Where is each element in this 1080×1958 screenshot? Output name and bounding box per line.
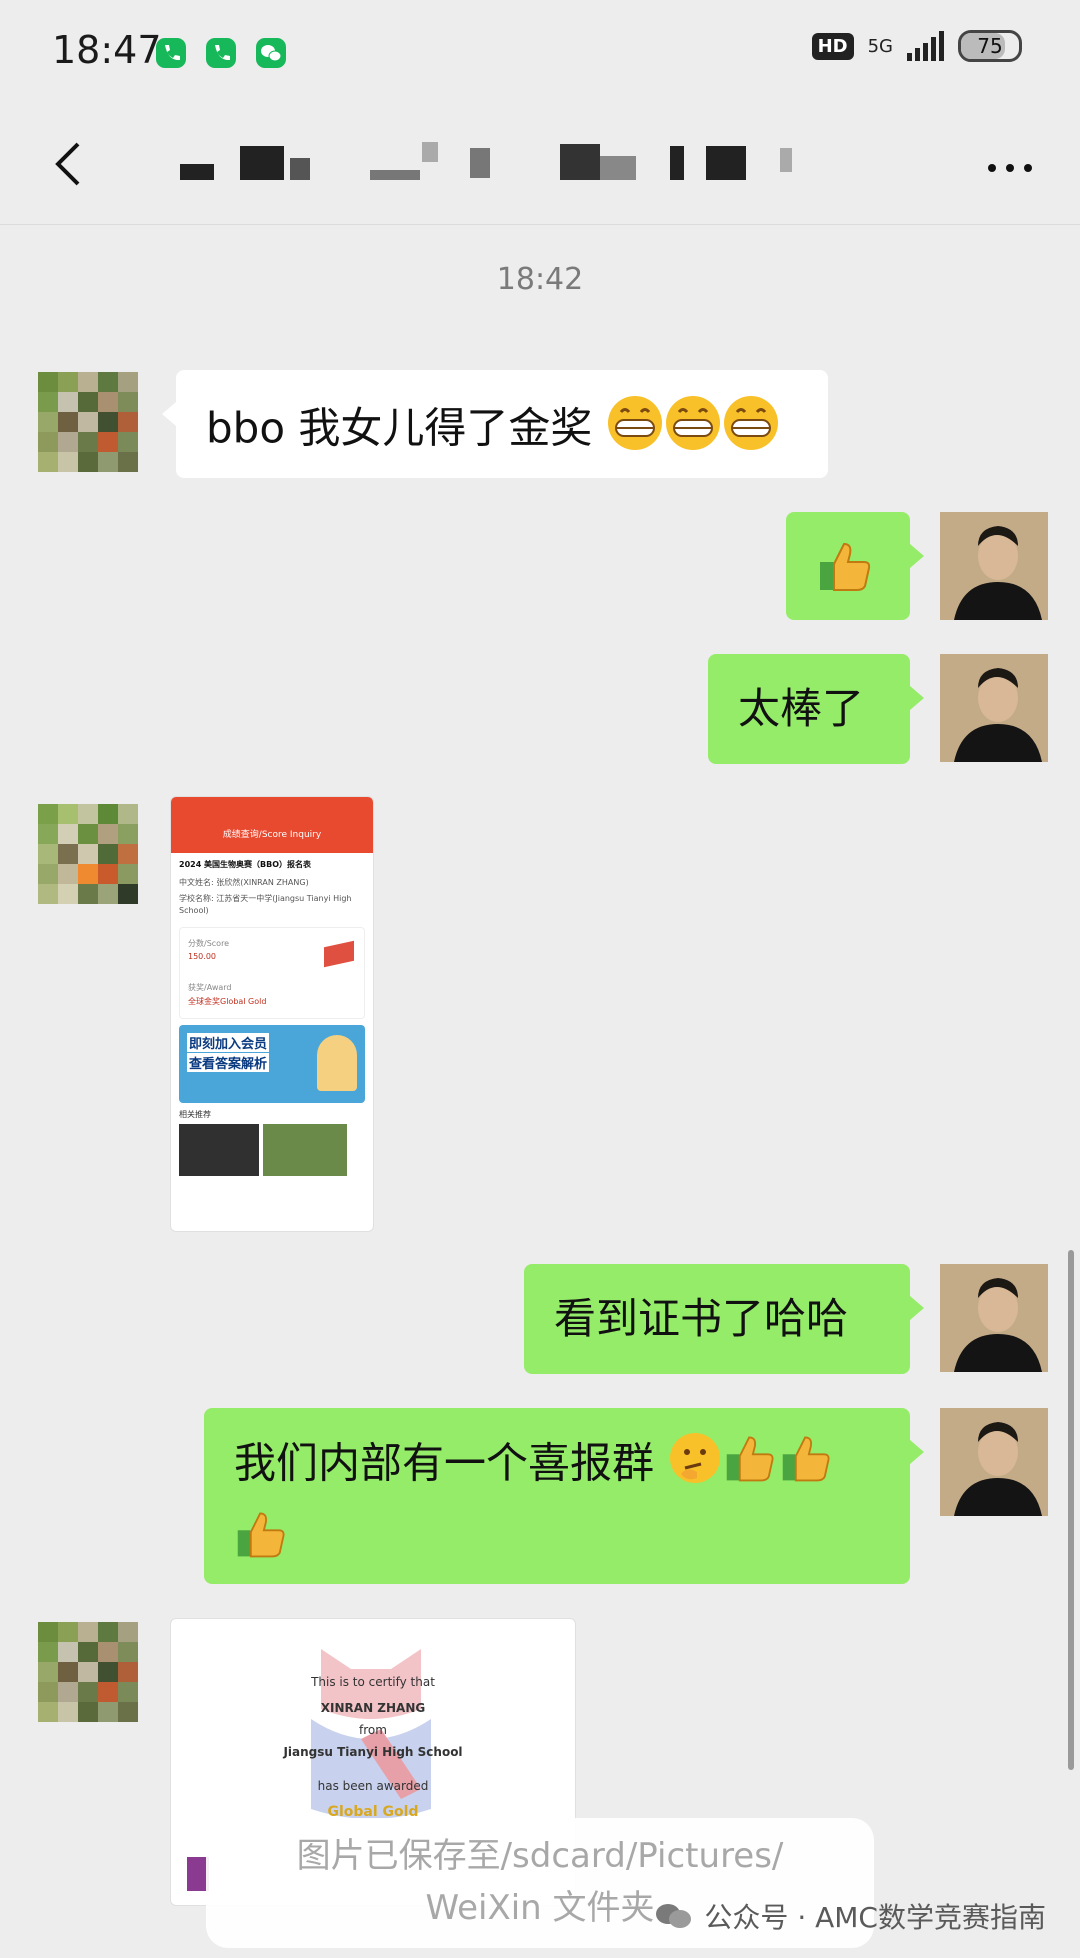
image-banner-line2: 查看答案解析 xyxy=(187,1053,270,1072)
image-school-row: 学校名称: 江苏省天一中学(Jiangsu Tianyi High School… xyxy=(179,894,352,915)
thumbs-up-icon xyxy=(779,1430,835,1502)
contact-avatar[interactable] xyxy=(30,1622,138,1730)
back-arrow-icon[interactable] xyxy=(40,134,100,194)
image-award-label: 获奖/Award xyxy=(188,983,232,992)
my-avatar[interactable] xyxy=(940,1264,1048,1372)
message-bubble[interactable]: bbo 我女儿得了金奖 xyxy=(162,370,828,478)
cert-recipient-name: XINRAN ZHANG xyxy=(320,1701,426,1715)
thumbnail-building-icon xyxy=(263,1124,347,1176)
thumbnail-photo-icon xyxy=(179,1124,259,1176)
status-time: 18:47 xyxy=(52,28,162,72)
cartoon-figure-icon xyxy=(317,1035,357,1091)
thumbs-up-icon xyxy=(816,536,876,612)
watermark: 公众号 · AMC数学竞赛指南 xyxy=(654,1896,1046,1936)
wechat-official-icon xyxy=(656,1904,692,1928)
contact-avatar[interactable] xyxy=(30,804,138,912)
status-icons: HD 5G 75 xyxy=(811,30,1022,62)
phone-call-icon xyxy=(156,38,186,68)
chat-timestamp: 18:42 xyxy=(496,262,584,297)
signal-icon xyxy=(907,31,944,61)
image-banner-line1: 即刻加入会员 xyxy=(187,1033,270,1052)
my-avatar[interactable] xyxy=(940,654,1048,762)
grinning-face-icon xyxy=(664,394,722,468)
wechat-icon xyxy=(256,38,286,68)
hd-badge: HD xyxy=(811,32,854,60)
battery-icon: 75 xyxy=(958,30,1022,62)
chat-header xyxy=(0,108,1080,225)
image-score-value: 150.00 xyxy=(188,952,216,961)
network-label: 5G xyxy=(867,35,893,57)
battery-level: 75 xyxy=(977,34,1003,58)
image-score-card: 分数/Score 150.00 获奖/Award 全球金奖Global Gold xyxy=(179,927,365,1019)
thinking-face-icon xyxy=(667,1430,723,1502)
my-avatar[interactable] xyxy=(940,512,1048,620)
image-award-value: 全球金奖Global Gold xyxy=(188,997,267,1006)
cert-line-5: has been awarded xyxy=(317,1779,429,1793)
message-bubble[interactable]: 我们内部有一个喜报群 xyxy=(204,1408,924,1584)
message-bubble[interactable]: 看到证书了哈哈 xyxy=(524,1264,924,1374)
message-bubble[interactable]: 太棒了 xyxy=(708,654,924,764)
chat-title-redacted xyxy=(170,138,930,198)
more-options-icon[interactable] xyxy=(980,138,1040,198)
thumbs-up-icon xyxy=(234,1506,290,1578)
image-form-title: 2024 美国生物奥赛（BBO）报名表 xyxy=(179,860,312,869)
image-section-title: 相关推荐 xyxy=(179,1110,211,1119)
image-score-label: 分数/Score xyxy=(188,939,230,948)
watermark-text: 公众号 · AMC数学竞赛指南 xyxy=(704,1901,1046,1934)
scrollbar[interactable] xyxy=(1068,1250,1074,1770)
grinning-face-icon xyxy=(606,394,664,468)
cert-line-1: This is to certify that xyxy=(311,1675,435,1689)
toast-line-1: 图片已保存至/sdcard/Pictures/ xyxy=(296,1836,784,1876)
phone-icon xyxy=(206,38,236,68)
image-name-row: 中文姓名: 张欣然(XINRAN ZHANG) xyxy=(179,878,309,887)
image-message-score[interactable]: 成绩查询/Score Inquiry 2024 美国生物奥赛（BBO）报名表 中… xyxy=(170,796,374,1232)
my-avatar[interactable] xyxy=(940,1408,1048,1516)
cert-line-3: from xyxy=(359,1723,387,1737)
cert-school: Jiangsu Tianyi High School xyxy=(283,1745,463,1759)
contact-avatar[interactable] xyxy=(30,372,138,480)
image-topbar-title: 成绩查询/Score Inquiry xyxy=(222,830,322,840)
image-banner: 即刻加入会员 查看答案解析 xyxy=(179,1025,365,1103)
thumbs-up-icon xyxy=(723,1430,779,1502)
score-box-icon xyxy=(324,940,354,968)
message-text: 看到证书了哈哈 xyxy=(554,1294,849,1343)
message-text: bbo 我女儿得了金奖 xyxy=(206,403,593,453)
message-bubble[interactable] xyxy=(786,512,924,620)
image-topbar: 成绩查询/Score Inquiry xyxy=(171,797,373,853)
message-text: 我们内部有一个喜报群 xyxy=(234,1438,655,1488)
message-text: 太棒了 xyxy=(738,684,865,733)
grinning-face-icon xyxy=(722,394,780,468)
status-bar: 18:47 HD 5G 75 xyxy=(0,0,1080,108)
